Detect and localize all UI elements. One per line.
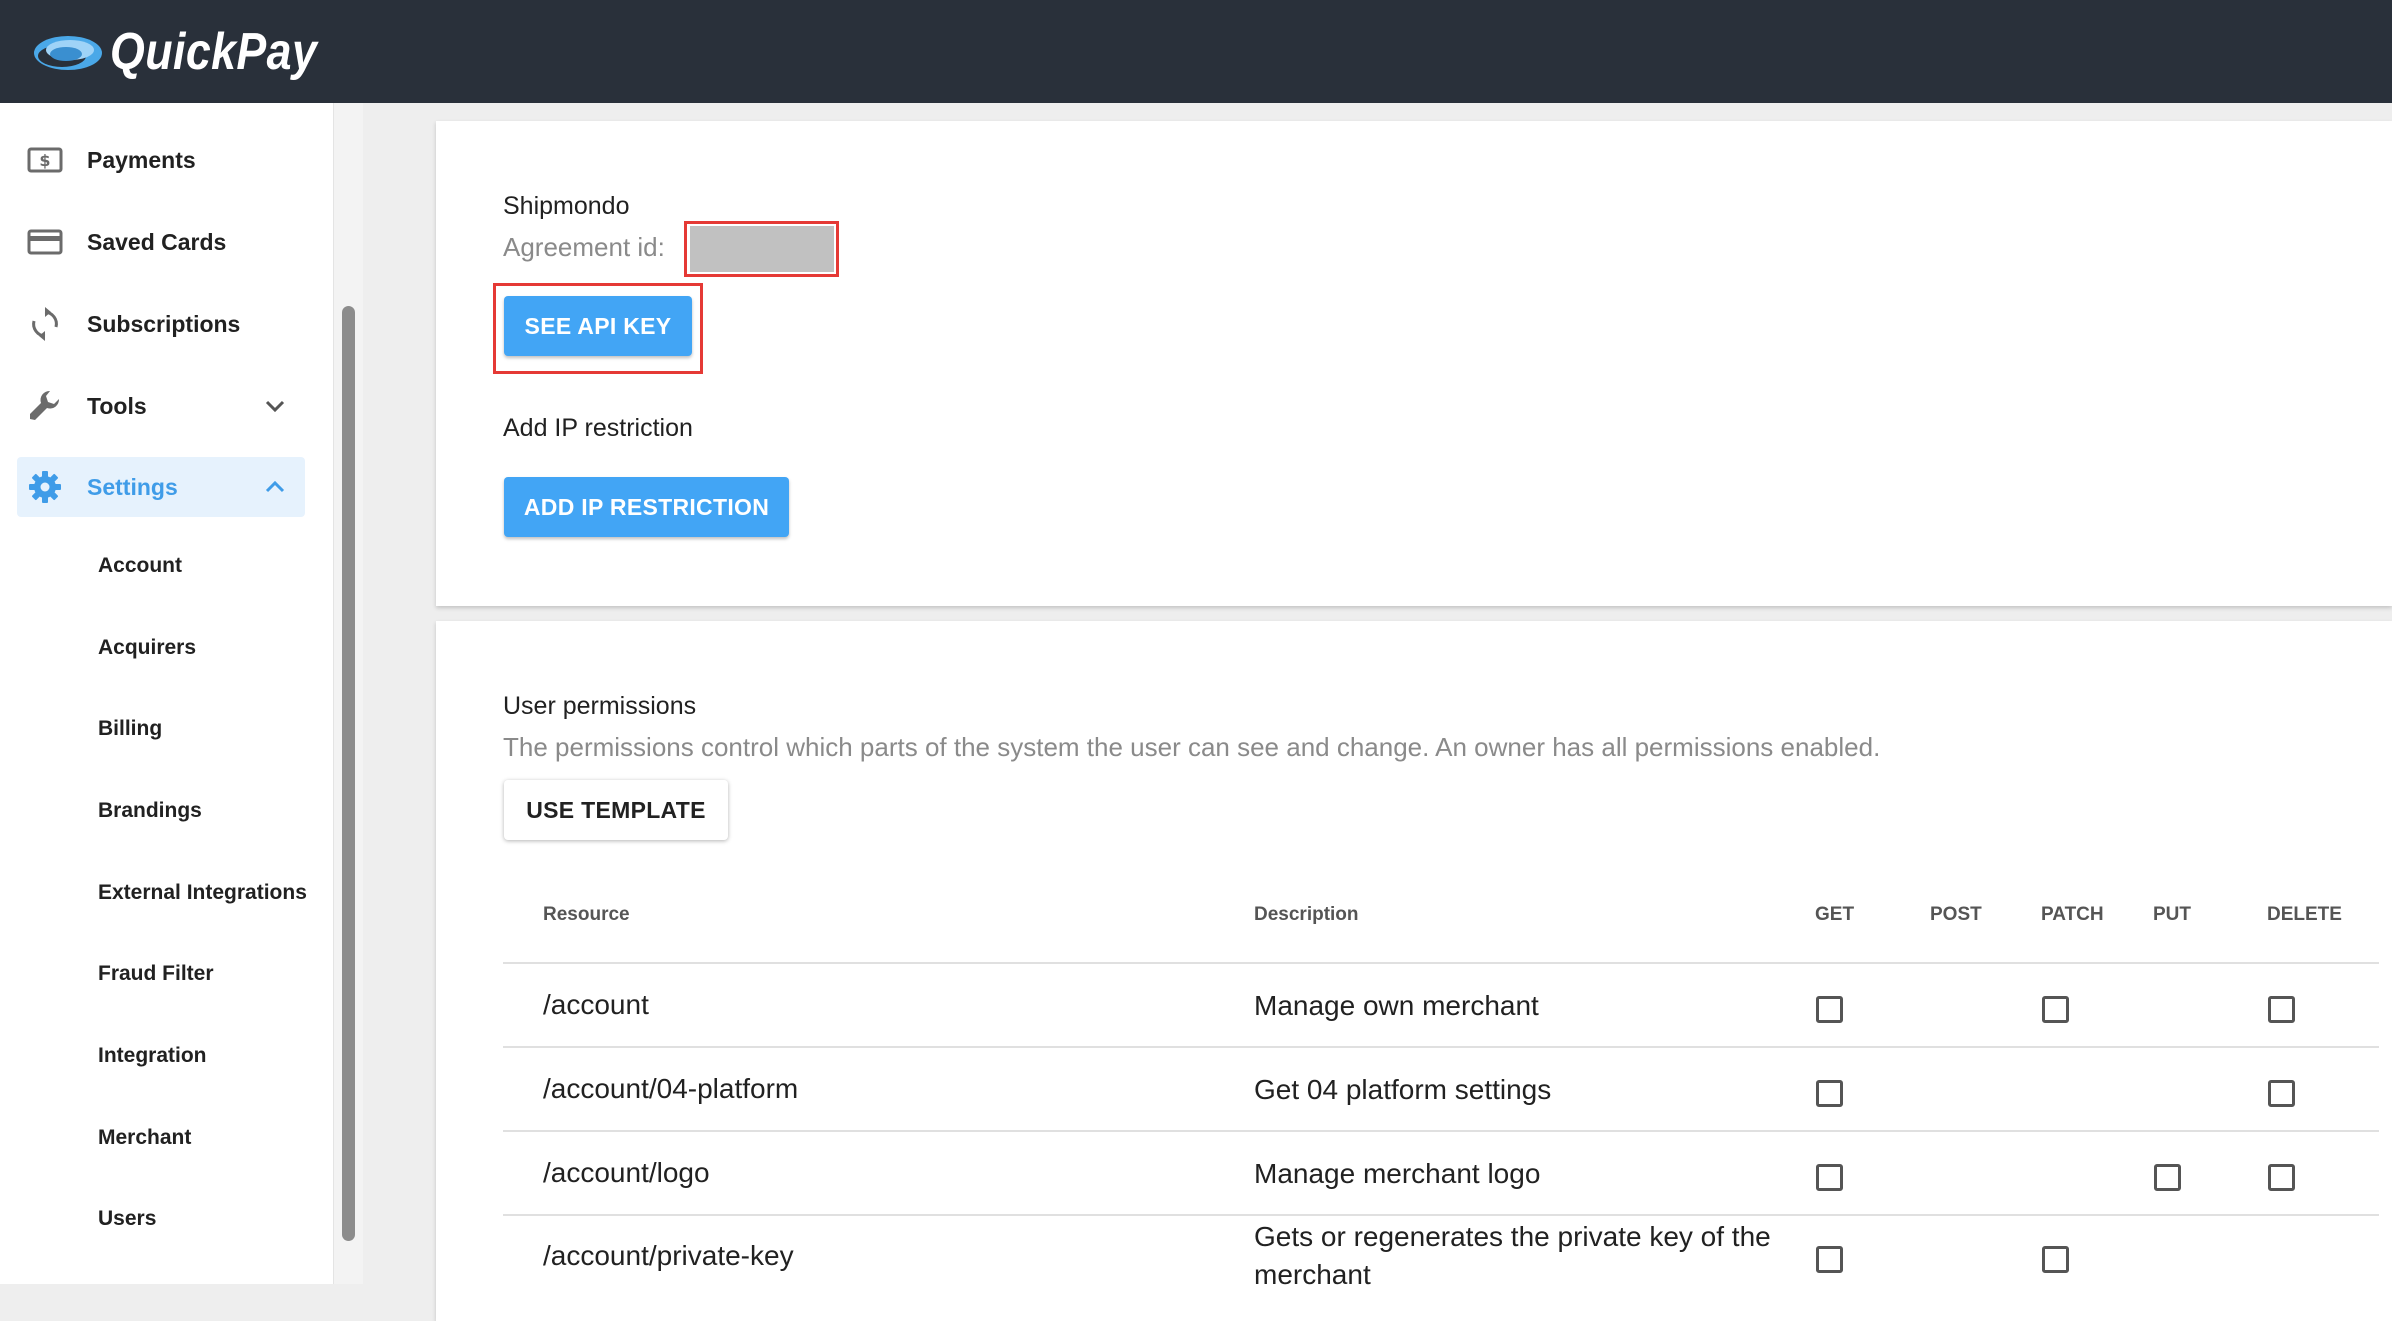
table-divider [503,1130,2379,1132]
table-row-resource: /account/04-platform [543,1073,799,1104]
chevron-down-icon [265,400,285,413]
sidebar-item-label: Payments [87,146,196,173]
sidebar-item-label: Tools [87,392,147,419]
table-row-resource: /account [543,989,649,1020]
table-row-description: Manage own merchant [1254,990,1539,1021]
table-row-resource: /account/private-key [543,1240,794,1271]
column-header-patch: PATCH [2041,904,2104,925]
quickpay-logo-icon [34,35,102,70]
table-row-description: Gets or regenerates the private key of t… [1254,1221,1771,1290]
credit-card-icon [25,222,65,262]
chevron-up-icon [265,480,285,493]
column-header-description: Description [1254,904,1359,925]
sidebar-item-label: Subscriptions [87,310,241,337]
checkbox-account-get[interactable] [1816,996,1843,1023]
highlight-box-agreement-id [684,221,839,277]
column-header-post: POST [1930,904,1982,925]
quickpay-logo[interactable]: QuickPay [32,22,351,82]
sidebar-item-subscriptions[interactable]: Subscriptions [17,294,305,354]
table-row-description: Manage merchant logo [1254,1158,1541,1189]
sidebar-subitem-fraud-filter[interactable]: Fraud Filter [98,962,214,986]
sidebar-item-settings[interactable]: Settings [17,457,305,517]
column-header-put: PUT [2153,904,2191,925]
agreement-id-label: Agreement id: [503,232,665,262]
checkbox-account-04-platform-get[interactable] [1816,1080,1843,1107]
sidebar-subitem-merchant[interactable]: Merchant [98,1126,191,1150]
checkbox-account-logo-put[interactable] [2154,1164,2181,1191]
checkbox-account-delete[interactable] [2268,996,2295,1023]
sidebar-item-label: Settings [87,473,178,500]
gear-icon [25,467,65,507]
sidebar-item-payments[interactable]: $ Payments [17,130,305,190]
sidebar-subitem-users[interactable]: Users [98,1207,156,1231]
table-row-description: Get 04 platform settings [1254,1074,1552,1105]
agreement-name: Shipmondo [503,192,630,220]
sidebar-scrollbar-thumb[interactable] [342,306,355,1241]
sidebar-subitem-integration[interactable]: Integration [98,1044,207,1068]
table-divider [503,962,2379,964]
column-header-get: GET [1815,904,1855,925]
ip-restriction-title: Add IP restriction [503,414,693,442]
permissions-card [436,621,2392,1321]
sidebar-subitem-account[interactable]: Account [98,554,182,578]
permissions-description: The permissions control which parts of t… [503,732,1881,762]
sidebar-subitem-brandings[interactable]: Brandings [98,799,202,823]
column-header-resource: Resource [543,904,630,925]
permissions-title: User permissions [503,692,697,720]
sidebar-item-label: Saved Cards [87,228,227,255]
sidebar-item-tools[interactable]: Tools [17,376,305,436]
sidebar: $ Payments Saved Cards Subscriptions Too… [0,103,334,1284]
wrench-icon [25,386,65,426]
top-header: QuickPay [0,0,2392,103]
add-ip-restriction-button[interactable]: ADD IP RESTRICTION [504,477,789,537]
checkbox-account-04-platform-delete[interactable] [2268,1080,2295,1107]
checkbox-account-private-key-patch[interactable] [2042,1246,2069,1273]
sidebar-subitem-external-integrations[interactable]: External Integrations [98,881,307,905]
checkbox-account-logo-delete[interactable] [2268,1164,2295,1191]
payments-icon: $ [25,140,65,180]
checkbox-account-private-key-get[interactable] [1816,1246,1843,1273]
table-divider [503,1214,2379,1216]
app-name: QuickPay [110,22,318,81]
sidebar-item-saved-cards[interactable]: Saved Cards [17,212,305,272]
table-divider [503,1046,2379,1048]
sidebar-subitem-billing[interactable]: Billing [98,717,162,741]
checkbox-account-logo-get[interactable] [1816,1164,1843,1191]
use-template-button[interactable]: USE TEMPLATE [504,780,728,840]
sidebar-subitem-acquirers[interactable]: Acquirers [98,636,196,660]
column-header-delete: DELETE [2267,904,2342,925]
highlight-box-api-key [493,283,703,374]
svg-text:$: $ [39,151,50,170]
table-row-resource: /account/logo [543,1157,710,1188]
sync-icon [25,304,65,344]
checkbox-account-patch[interactable] [2042,996,2069,1023]
